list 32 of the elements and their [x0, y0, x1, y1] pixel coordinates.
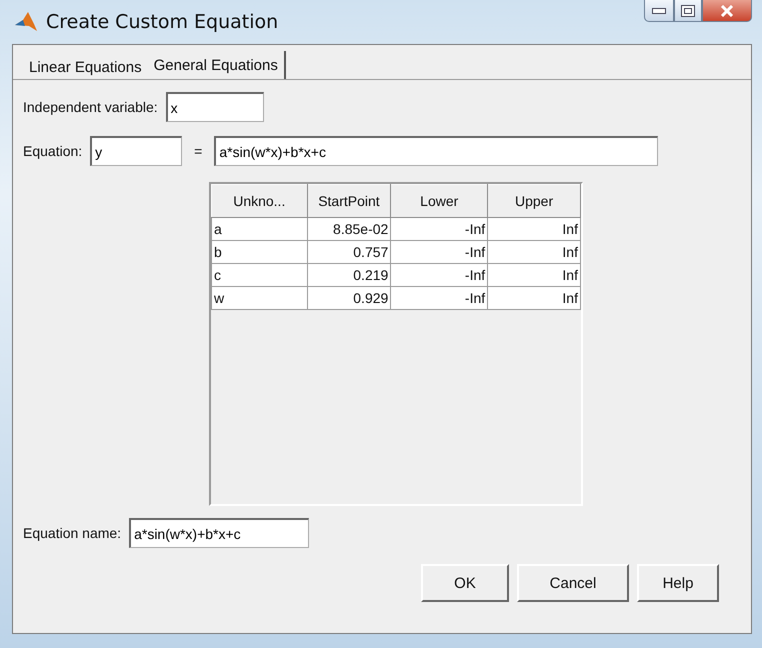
table-cell: -Inf [390, 240, 488, 264]
column-header[interactable]: Unkno... [212, 184, 308, 218]
dialog-button[interactable]: OK [421, 564, 509, 602]
input-field[interactable]: x [166, 92, 264, 122]
table-cell: 0.219 [307, 264, 391, 286]
table-cell: a [212, 218, 308, 240]
dialog-button[interactable]: Cancel [517, 564, 629, 602]
table-cell: Inf [488, 264, 580, 286]
column-header[interactable]: Lower [390, 184, 488, 218]
table-cell: 0.929 [307, 286, 391, 310]
table-cell: b [212, 240, 308, 264]
table-cell: 8.85e-02 [307, 218, 391, 240]
window-title: Create Custom Equation [46, 11, 280, 33]
field-label: Equation name: [23, 525, 122, 541]
input-field[interactable]: a*sin(w*x)+b*x+c [129, 518, 310, 548]
table-cell: Inf [488, 240, 580, 264]
table-cell: -Inf [390, 286, 488, 310]
input-field[interactable]: a*sin(w*x)+b*x+c [214, 136, 658, 166]
table-cell: -Inf [390, 218, 488, 240]
field-label: Independent variable: [23, 99, 158, 115]
field-label: Equation: [23, 143, 82, 159]
dialog-button[interactable]: Help [637, 564, 719, 602]
table-cell: w [212, 286, 308, 310]
table-cell: 0.757 [307, 240, 391, 264]
column-header[interactable]: StartPoint [307, 184, 391, 218]
table-cell: c [212, 264, 308, 286]
table-cell: -Inf [390, 264, 488, 286]
table-cell: Inf [488, 218, 580, 240]
table-cell: Inf [488, 286, 580, 310]
column-header[interactable]: Upper [488, 184, 580, 218]
input-field[interactable]: y [90, 136, 182, 166]
equals-sign: = [194, 143, 202, 159]
